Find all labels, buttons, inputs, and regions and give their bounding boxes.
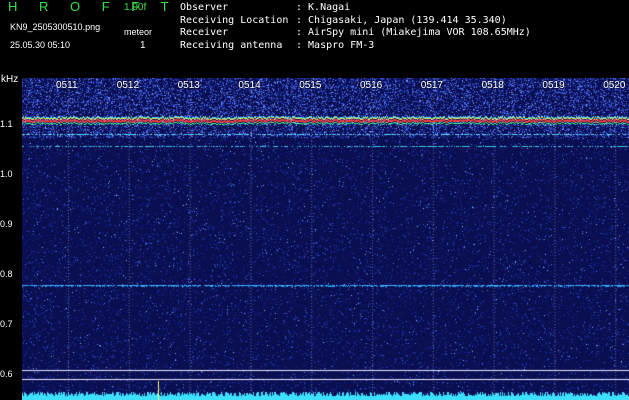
time-tick-label: 0515 [299, 80, 322, 91]
version-label: 1.00f [124, 2, 147, 13]
info-row-antenna: Receiving antenna: Maspro FM-3 [180, 39, 375, 51]
time-tick-label: 0520 [603, 80, 626, 91]
time-tick-label: 0517 [420, 80, 444, 91]
freq-tick-label: 1.1 [0, 119, 13, 129]
freq-tick-label: 1.0 [0, 169, 13, 179]
mode-label: meteor [124, 27, 153, 37]
station-info: Observer: K.Nagai Receiving Location: Ch… [180, 2, 531, 52]
time-tick-label: 0518 [481, 80, 504, 91]
freq-tick-label: 0.7 [0, 319, 13, 329]
time-tick-label: 0519 [542, 80, 565, 91]
info-row-receiver: Receiver: AirSpy mini (Miakejima VOR 108… [180, 27, 531, 38]
app-logo: H R O F F T [8, 0, 178, 14]
spectrogram-canvas[interactable] [22, 78, 629, 400]
freq-tick-label: 0.9 [0, 219, 13, 229]
time-tick-label: 0513 [177, 80, 200, 91]
time-tick-label: 0516 [360, 80, 383, 91]
frequency-unit-label: kHz [1, 74, 19, 85]
info-row-observer: Observer: K.Nagai [180, 2, 351, 13]
datetime-label: 25.05.30 05:10 [10, 40, 71, 50]
meteor-count: 1 [140, 40, 146, 51]
freq-tick-label: 0.6 [0, 369, 13, 379]
time-tick-label: 0514 [238, 80, 261, 91]
header-panel: H R O F F T 1.00f KN9_2505300510.png met… [0, 0, 629, 76]
time-tick-label: 0512 [116, 80, 140, 91]
freq-tick-label: 0.8 [0, 269, 13, 279]
info-row-location: Receiving Location: Chigasaki, Japan (13… [180, 14, 507, 26]
file-name: KN9_2505300510.png [10, 22, 101, 32]
time-tick-label: 0511 [56, 80, 78, 91]
